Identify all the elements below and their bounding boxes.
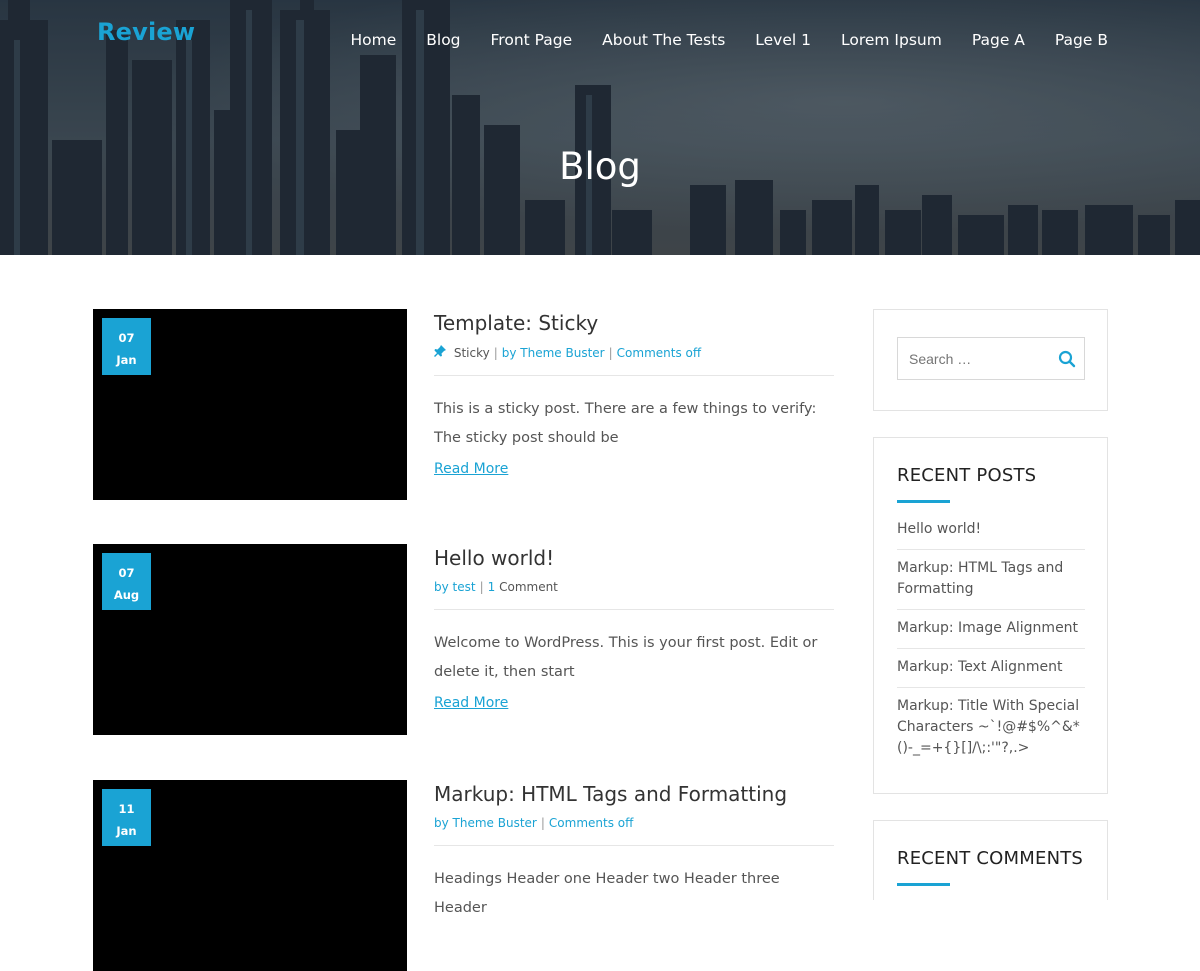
search-icon[interactable]	[1058, 350, 1076, 368]
title-underline	[897, 883, 950, 886]
recent-posts-widget: RECENT POSTS Hello world! Markup: HTML T…	[873, 437, 1108, 794]
pin-icon	[434, 345, 450, 360]
nav-item-home[interactable]: Home	[335, 30, 411, 50]
date-badge: 07 Aug	[102, 553, 151, 610]
date-month: Aug	[113, 588, 140, 602]
search-input[interactable]	[898, 338, 1048, 379]
title-underline	[897, 500, 950, 503]
nav-item-page-b[interactable]: Page B	[1040, 30, 1108, 50]
post-meta: by test | 1 Comment	[434, 580, 834, 610]
recent-posts-list: Hello world! Markup: HTML Tags and Forma…	[897, 519, 1085, 768]
read-more-link[interactable]: Read More	[434, 695, 508, 711]
post-thumbnail[interactable]: 07 Jan	[93, 309, 407, 500]
main-navigation: Home Blog Front Page About The Tests Lev…	[335, 30, 1108, 50]
post-meta: by Theme Buster | Comments off	[434, 816, 834, 846]
nav-item-page-a[interactable]: Page A	[957, 30, 1040, 50]
date-day: 11	[118, 802, 135, 816]
date-month: Jan	[116, 824, 137, 838]
post-body: Template: Sticky Sticky | by Theme Buster |…	[434, 309, 834, 478]
date-badge: 07 Jan	[102, 318, 151, 375]
post-body: Hello world! by test | 1 Comment Welcome t…	[434, 544, 834, 712]
post-thumbnail[interactable]: 07 Aug	[93, 544, 407, 735]
nav-item-lorem-ipsum[interactable]: Lorem Ipsum	[826, 30, 957, 50]
post-author-link[interactable]: by Theme Buster	[434, 816, 537, 830]
post-excerpt: Headings Header one Header two Header th…	[434, 871, 780, 916]
nav-item-about-the-tests[interactable]: About The Tests	[587, 30, 740, 50]
meta-separator: |	[493, 346, 498, 360]
date-day: 07	[118, 566, 135, 580]
read-more-link[interactable]: Read More	[434, 461, 508, 477]
date-badge: 11 Jan	[102, 789, 151, 846]
site-logo[interactable]: Review	[97, 18, 195, 46]
post-title[interactable]: Hello world!	[434, 546, 834, 570]
recent-post-link[interactable]: Markup: Image Alignment	[897, 610, 1085, 649]
meta-separator: |	[608, 346, 613, 360]
post-meta: Sticky | by Theme Buster | Comments off	[434, 345, 834, 376]
post-thumbnail[interactable]: 11 Jan	[93, 780, 407, 971]
post-comments-count[interactable]: 1	[488, 580, 496, 594]
post-title[interactable]: Template: Sticky	[434, 311, 834, 335]
nav-item-front-page[interactable]: Front Page	[476, 30, 588, 50]
nav-item-level-1[interactable]: Level 1	[740, 30, 826, 50]
post-comments-word[interactable]: Comment	[499, 580, 558, 594]
search-widget	[873, 309, 1108, 411]
sticky-label: Sticky	[453, 346, 490, 360]
nav-item-blog[interactable]: Blog	[411, 30, 475, 50]
widget-title: RECENT POSTS	[897, 465, 1037, 486]
post-author-link[interactable]: by test	[434, 580, 476, 594]
post-body: Markup: HTML Tags and Formatting by Them…	[434, 780, 834, 922]
meta-separator: |	[479, 580, 484, 594]
post-comments-link[interactable]: Comments off	[549, 816, 633, 830]
post-author-link[interactable]: by Theme Buster	[502, 346, 605, 360]
post-excerpt: Welcome to WordPress. This is your first…	[434, 635, 818, 680]
search-form	[897, 337, 1085, 380]
page-title: Blog	[559, 145, 641, 188]
post-comments-link[interactable]: Comments off	[617, 346, 701, 360]
recent-post-link[interactable]: Markup: HTML Tags and Formatting	[897, 550, 1085, 610]
recent-post-link[interactable]: Markup: Text Alignment	[897, 649, 1085, 688]
recent-comments-widget: RECENT COMMENTS	[873, 820, 1108, 900]
post-excerpt: This is a sticky post. There are a few t…	[434, 401, 817, 446]
meta-separator: |	[540, 816, 545, 830]
widget-title: RECENT COMMENTS	[897, 848, 1084, 869]
date-month: Jan	[116, 353, 137, 367]
post-title[interactable]: Markup: HTML Tags and Formatting	[434, 782, 834, 806]
recent-post-link[interactable]: Hello world!	[897, 519, 1085, 550]
date-day: 07	[118, 331, 135, 345]
recent-post-link[interactable]: Markup: Title With Special Characters ~`…	[897, 688, 1085, 768]
hero-banner: Review Home Blog Front Page About The Te…	[0, 0, 1200, 255]
